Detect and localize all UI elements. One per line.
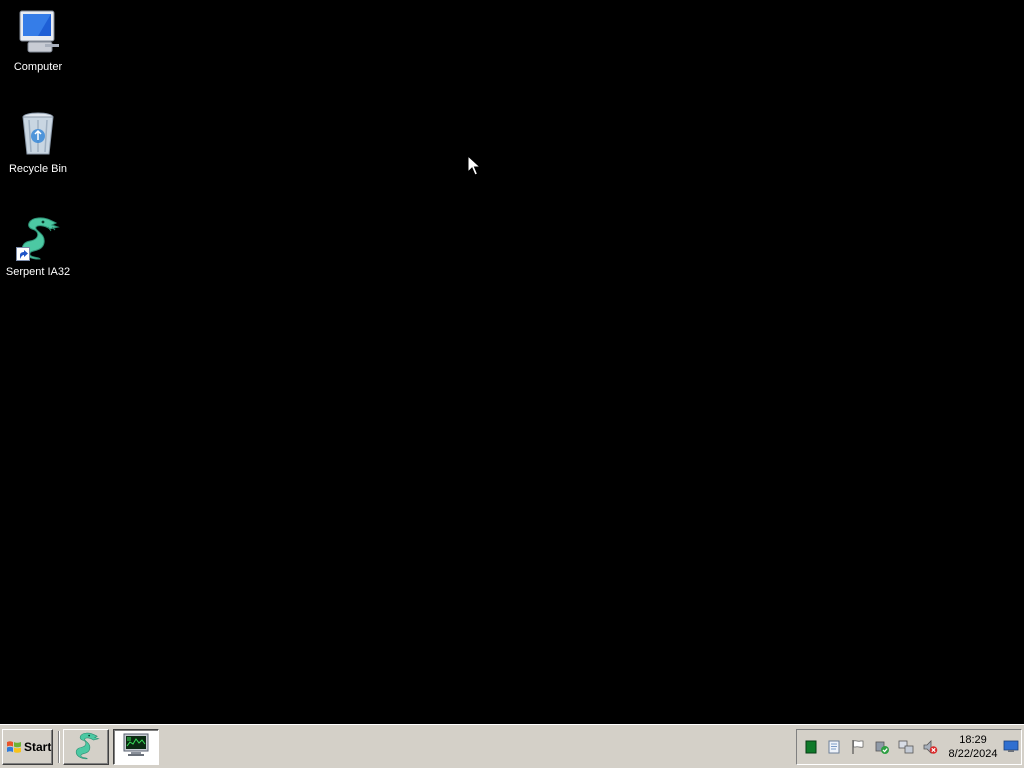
taskbar-button-task-manager[interactable]	[113, 729, 159, 765]
security-shield-icon[interactable]	[874, 739, 890, 755]
taskbar: Start 18:29 8/22/2024	[0, 724, 1024, 768]
desktop[interactable]: Computer Recycle Bin Serpent IA32	[0, 0, 1024, 724]
desktop-icon-label: Recycle Bin	[8, 163, 68, 175]
recycle-bin-icon	[14, 110, 62, 158]
volume-muted-icon[interactable]	[922, 739, 938, 755]
flag-icon[interactable]	[850, 739, 866, 755]
clock-time: 18:29	[959, 734, 987, 746]
start-button[interactable]: Start	[2, 729, 53, 765]
network-icon[interactable]	[898, 739, 914, 755]
system-tray: 18:29 8/22/2024	[796, 729, 1022, 765]
shortcut-arrow-icon	[16, 247, 30, 261]
desktop-icon-recycle-bin[interactable]: Recycle Bin	[0, 110, 76, 176]
clock-date: 8/22/2024	[948, 748, 998, 760]
green-square-icon[interactable]	[803, 739, 819, 755]
serpent-dragon-icon	[71, 730, 101, 765]
clock[interactable]: 18:29 8/22/2024	[945, 733, 1001, 761]
taskbar-separator	[58, 731, 60, 763]
desktop-icon-label: Computer	[13, 61, 63, 73]
task-manager-monitor-icon	[122, 732, 150, 763]
start-label: Start	[24, 740, 52, 754]
taskbar-button-serpent[interactable]	[63, 729, 109, 765]
desktop-icon-label: Serpent IA32	[5, 266, 71, 278]
desktop-icon-serpent-ia32[interactable]: Serpent IA32	[0, 213, 76, 279]
computer-icon	[14, 8, 62, 56]
windows-logo-icon	[6, 739, 22, 755]
serpent-dragon-icon	[14, 213, 62, 261]
notepad-icon[interactable]	[826, 739, 842, 755]
desktop-icon-computer[interactable]: Computer	[0, 8, 76, 74]
show-desktop-icon[interactable]	[1003, 738, 1019, 754]
mouse-cursor-icon	[467, 154, 482, 177]
